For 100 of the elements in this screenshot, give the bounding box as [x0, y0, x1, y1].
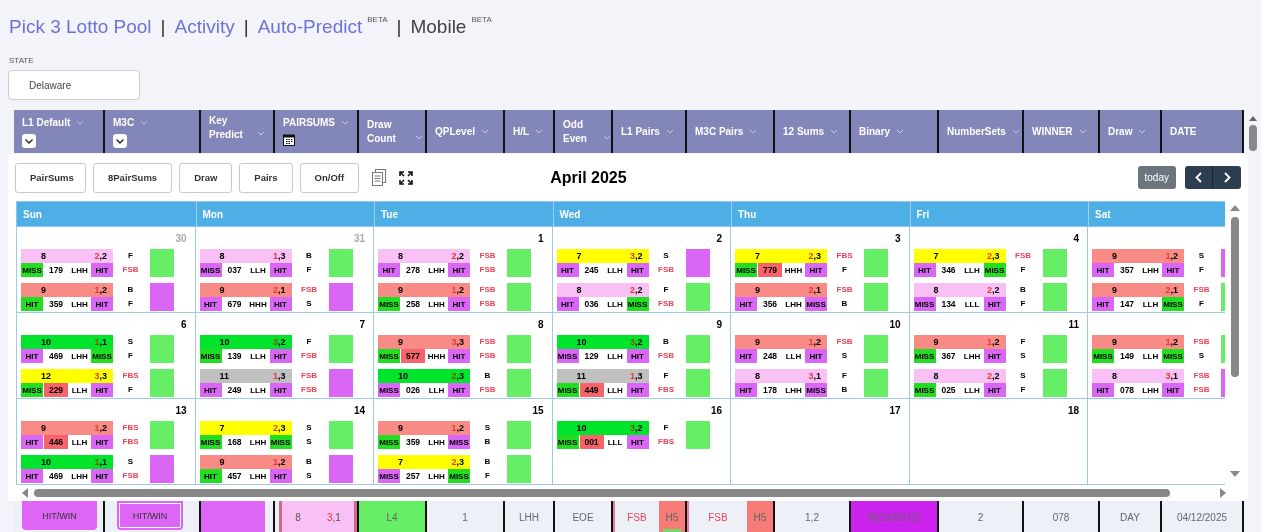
- code-text: S: [306, 298, 312, 310]
- pattern-text: LLH: [963, 385, 981, 395]
- code-text: FSB: [479, 350, 496, 362]
- code-text: FSB: [1193, 384, 1210, 396]
- hit-win-button[interactable]: HIT/WIN: [117, 501, 183, 530]
- column-header[interactable]: WINNER: [1032, 123, 1073, 140]
- chevron-down-icon[interactable]: [415, 134, 423, 140]
- chevron-down-icon[interactable]: [896, 129, 905, 134]
- draw-number: 168: [226, 436, 243, 449]
- code-text: B: [1020, 284, 1026, 296]
- today-button[interactable]: today: [1137, 166, 1176, 189]
- next-month-button[interactable]: [1213, 166, 1241, 189]
- footer-cell: H5: [659, 501, 685, 532]
- column-header[interactable]: Draw Count: [367, 117, 409, 146]
- result-tag: HIT: [626, 383, 649, 397]
- column-header[interactable]: QPLevel: [435, 123, 476, 140]
- code-text: F: [1020, 384, 1026, 396]
- result-tag: HIT: [735, 297, 757, 311]
- sum-bar: 8 3,1: [1092, 369, 1184, 383]
- select-toggle-icon[interactable]: [113, 134, 127, 148]
- chevron-down-icon[interactable]: [749, 129, 758, 134]
- code-text: FSB: [301, 350, 317, 362]
- code-text: F: [842, 264, 847, 276]
- result-tag: MISS: [556, 349, 579, 363]
- chevron-down-icon[interactable]: [830, 129, 839, 134]
- day-number: 13: [175, 404, 187, 416]
- sum-bar: 10 3,2: [556, 335, 649, 349]
- pattern-text: LLH: [1141, 299, 1160, 309]
- result-tag: HIT: [21, 349, 43, 363]
- code-text: FSB: [479, 284, 496, 296]
- chevron-down-icon[interactable]: [140, 120, 149, 125]
- code-text: F: [663, 284, 669, 296]
- sum-bar: 7 2,3: [735, 249, 827, 263]
- toolbar-button[interactable]: PairSums: [15, 162, 86, 193]
- code-text: B: [484, 370, 491, 382]
- footer-cell-text: 04/12/2025: [1175, 510, 1229, 525]
- nav-link[interactable]: Auto-Predict: [257, 16, 363, 38]
- code-text: F: [1020, 264, 1026, 276]
- toolbar-button[interactable]: 8PairSums: [93, 162, 173, 193]
- result-tag: HIT: [913, 263, 936, 277]
- copy-icon[interactable]: [372, 169, 387, 186]
- chevron-down-icon[interactable]: [76, 120, 85, 125]
- pattern-text: LLH: [70, 437, 89, 447]
- nav-separator: |: [243, 16, 249, 38]
- select-toggle-icon[interactable]: [22, 134, 36, 148]
- chevron-down-icon[interactable]: [665, 129, 674, 134]
- toolbar-button[interactable]: On/Off: [299, 162, 360, 193]
- result-tag: HIT: [1092, 383, 1114, 397]
- column-header[interactable]: Odd Even: [563, 117, 597, 146]
- month-title: April 2025: [550, 168, 627, 187]
- draw-number: 178: [761, 384, 779, 397]
- sum-bar: 9 1,2: [378, 283, 470, 297]
- toolbar-button[interactable]: Pairs: [239, 162, 293, 193]
- draw-number: 229: [44, 383, 68, 397]
- result-tag: MISS: [199, 435, 222, 449]
- code-text: FSB: [1193, 370, 1210, 382]
- chevron-down-icon[interactable]: [341, 120, 350, 125]
- sum-bar: 9 1,2: [735, 335, 827, 349]
- column-header[interactable]: 12 Sums: [783, 123, 825, 140]
- chevron-down-icon[interactable]: [535, 129, 544, 134]
- nav-link[interactable]: Pick 3 Lotto Pool: [9, 16, 152, 38]
- result-tag: HIT: [448, 349, 470, 363]
- pattern-text: LHH: [70, 351, 89, 361]
- column-header[interactable]: M3C: [113, 114, 135, 131]
- chevron-down-icon[interactable]: [1078, 129, 1087, 134]
- state-select[interactable]: Delaware: [8, 70, 140, 100]
- chevron-down-icon[interactable]: [1138, 129, 1147, 134]
- chevron-down-icon[interactable]: [1011, 129, 1020, 134]
- column-header[interactable]: DATE: [1170, 123, 1197, 140]
- draw-number: 129: [583, 350, 600, 363]
- result-tag: HIT: [626, 435, 649, 449]
- column-header[interactable]: PAIRSUMS: [283, 114, 336, 131]
- hit-win-button[interactable]: HIT/WIN: [22, 501, 97, 530]
- code-text: FSB: [1015, 250, 1031, 262]
- column-header[interactable]: Key Predict: [209, 114, 251, 142]
- draw-number: 469: [47, 350, 65, 363]
- code-text: S: [306, 422, 312, 434]
- chevron-down-icon[interactable]: [481, 129, 490, 134]
- nav-link[interactable]: Activity: [174, 16, 235, 38]
- chevron-down-icon[interactable]: [257, 131, 265, 136]
- day-number: 11: [1068, 318, 1079, 330]
- previous-month-button[interactable]: [1185, 166, 1213, 189]
- code-text: F: [128, 250, 133, 262]
- column-header[interactable]: Draw: [1108, 123, 1133, 140]
- column-header[interactable]: M3C Pairs: [695, 123, 744, 140]
- result-tag: HIT: [626, 349, 649, 363]
- code-text: F: [663, 370, 669, 382]
- column-header[interactable]: NumberSets: [947, 123, 1006, 140]
- toolbar-button[interactable]: Draw: [179, 162, 233, 193]
- column-header[interactable]: H/L: [513, 123, 530, 140]
- sum-bar: 8 3,1: [279, 501, 357, 532]
- column-header[interactable]: L1 Default: [22, 114, 71, 131]
- result-tag: HIT: [1092, 297, 1114, 311]
- fullscreen-icon[interactable]: [399, 170, 414, 185]
- sum-bar: 11 1,3: [199, 369, 292, 383]
- chevron-down-icon[interactable]: [603, 134, 611, 140]
- calendar-icon[interactable]: [283, 134, 295, 146]
- code-text: FSB: [479, 384, 496, 396]
- column-header[interactable]: Binary: [859, 123, 891, 140]
- column-header[interactable]: L1 Pairs: [621, 123, 660, 140]
